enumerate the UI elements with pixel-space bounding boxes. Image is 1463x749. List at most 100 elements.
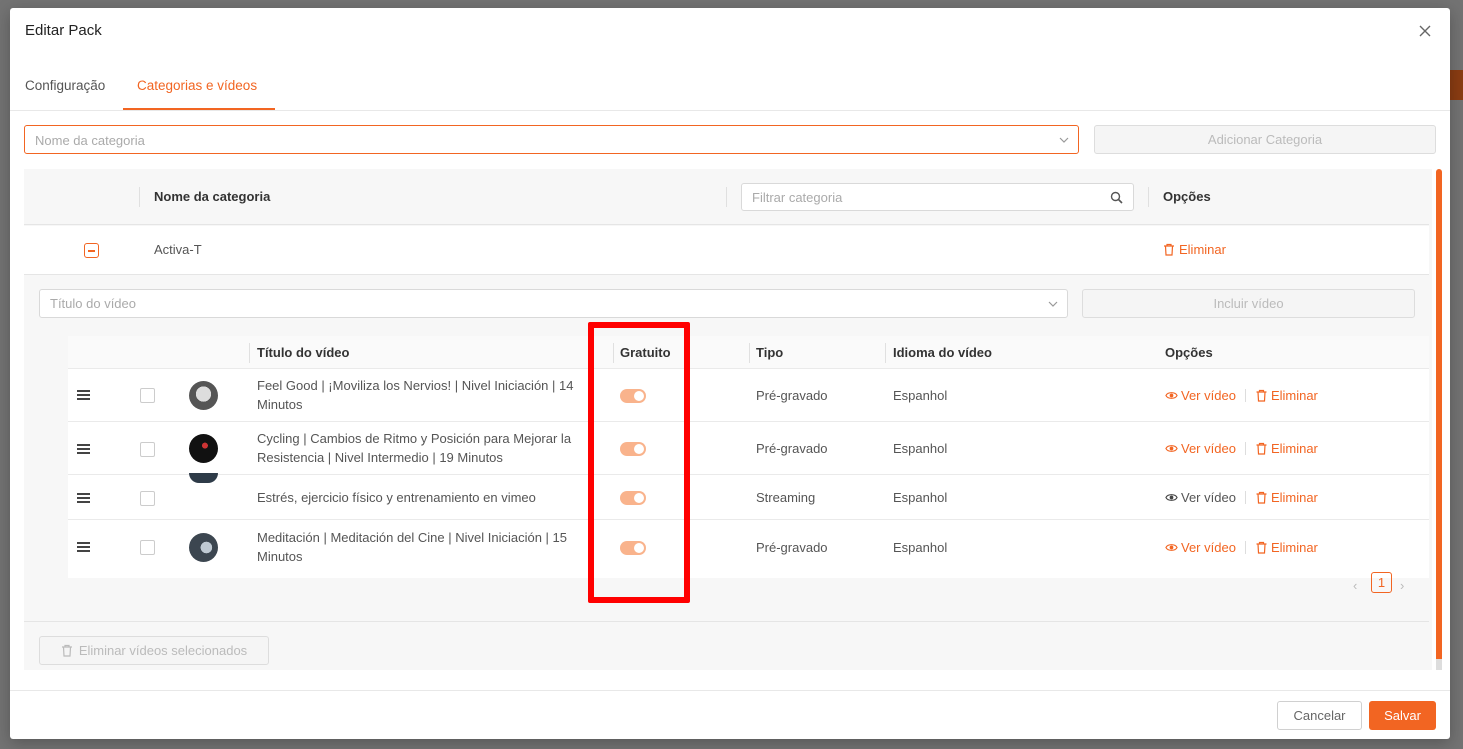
tab-configuracao[interactable]: Configuração <box>25 78 105 107</box>
column-divider <box>249 343 250 363</box>
drag-handle-icon[interactable] <box>77 493 90 503</box>
header-video-title: Título do vídeo <box>257 345 350 360</box>
delete-category-link[interactable]: Eliminar <box>1163 242 1226 257</box>
delete-selected-videos-button[interactable]: Eliminar vídeos selecionados <box>39 636 269 665</box>
collapse-icon[interactable] <box>84 243 99 258</box>
video-title: Estrés, ejercicio físico y entrenamiento… <box>257 490 536 505</box>
view-video-link[interactable]: Ver vídeo <box>1165 490 1236 505</box>
view-video-link[interactable]: Ver vídeo <box>1165 441 1236 456</box>
table-row: Feel Good | ¡Moviliza los Nervios! | Niv… <box>68 369 1429 422</box>
trash-icon <box>1256 442 1267 455</box>
category-select-placeholder: Nome da categoria <box>35 133 145 148</box>
video-type: Streaming <box>756 490 816 505</box>
delete-video-label: Eliminar <box>1270 441 1318 456</box>
filter-category-input[interactable]: Filtrar categoria <box>741 183 1134 211</box>
category-name-select[interactable]: Nome da categoria <box>24 125 1079 154</box>
drag-handle-icon[interactable] <box>77 444 90 454</box>
search-icon[interactable] <box>1110 191 1123 204</box>
video-title: Feel Good | ¡Moviliza los Nervios! | Niv… <box>257 378 574 412</box>
video-thumbnail <box>189 381 218 410</box>
free-toggle[interactable] <box>620 491 646 505</box>
chevron-down-icon <box>1048 301 1058 307</box>
scrollbar-track-end <box>1436 659 1442 670</box>
video-language: Espanhol <box>893 490 948 505</box>
video-title: Cycling | Cambios de Ritmo y Posición pa… <box>257 431 572 465</box>
delete-video-link[interactable]: Eliminar <box>1255 490 1318 505</box>
video-type: Pré-gravado <box>756 441 828 456</box>
videos-table-header: Título do vídeo Gratuito Tipo Idioma do … <box>68 336 1429 369</box>
row-checkbox[interactable] <box>140 491 155 506</box>
table-row: Estrés, ejercicio físico y entrenamiento… <box>68 473 1429 520</box>
cancel-button[interactable]: Cancelar <box>1277 701 1362 730</box>
prev-page-icon[interactable]: ‹ <box>1353 578 1363 593</box>
eye-icon <box>1165 445 1178 452</box>
next-page-icon[interactable]: › <box>1400 578 1410 593</box>
free-toggle[interactable] <box>620 389 646 403</box>
free-toggle[interactable] <box>620 541 646 555</box>
include-video-button[interactable]: Incluir vídeo <box>1082 289 1415 318</box>
add-category-button[interactable]: Adicionar Categoria <box>1094 125 1436 154</box>
eye-icon <box>1165 392 1178 399</box>
filter-placeholder: Filtrar categoria <box>752 190 843 205</box>
header-type: Tipo <box>756 345 784 360</box>
options-divider <box>1244 389 1246 402</box>
view-video-label: Ver vídeo <box>1181 490 1236 505</box>
view-video-label: Ver vídeo <box>1181 540 1236 555</box>
edit-pack-modal: Editar Pack Configuração Categorias e ví… <box>10 8 1450 739</box>
row-checkbox[interactable] <box>140 388 155 403</box>
options-divider <box>1244 442 1246 455</box>
view-video-label: Ver vídeo <box>1181 441 1236 456</box>
options-divider <box>1244 491 1246 504</box>
videos-table: Título do vídeo Gratuito Tipo Idioma do … <box>68 336 1429 578</box>
delete-selected-label: Eliminar vídeos selecionados <box>78 643 248 658</box>
view-video-label: Ver vídeo <box>1181 388 1236 403</box>
view-video-link[interactable]: Ver vídeo <box>1165 540 1236 555</box>
header-language: Idioma do vídeo <box>893 345 992 360</box>
trash-icon <box>1256 541 1267 554</box>
video-type: Pré-gravado <box>756 540 828 555</box>
table-row: Cycling | Cambios de Ritmo y Posición pa… <box>68 423 1429 475</box>
eye-icon <box>1165 544 1178 551</box>
page-number[interactable]: 1 <box>1371 572 1392 593</box>
category-row: Activa-T Eliminar <box>24 226 1429 275</box>
tab-categorias-e-videos[interactable]: Categorias e vídeos <box>137 78 257 107</box>
row-options: Ver vídeo Eliminar <box>1165 441 1318 456</box>
column-divider <box>749 343 750 363</box>
row-options: Ver vídeo Eliminar <box>1165 490 1318 505</box>
category-name: Activa-T <box>154 242 202 257</box>
row-checkbox[interactable] <box>140 442 155 457</box>
video-language: Espanhol <box>893 388 948 403</box>
options-divider <box>1244 541 1246 554</box>
trash-icon <box>1256 491 1267 504</box>
table-row: Meditación | Meditación del Cine | Nivel… <box>68 521 1429 574</box>
close-icon[interactable] <box>1416 22 1434 40</box>
drag-handle-icon[interactable] <box>77 390 90 400</box>
save-button[interactable]: Salvar <box>1369 701 1436 730</box>
scrollbar[interactable] <box>1436 169 1442 670</box>
eye-icon <box>1165 494 1178 501</box>
video-thumbnail <box>189 473 218 483</box>
delete-video-label: Eliminar <box>1270 388 1318 403</box>
delete-video-label: Eliminar <box>1270 490 1318 505</box>
view-video-link[interactable]: Ver vídeo <box>1165 388 1236 403</box>
delete-label: Eliminar <box>1179 242 1226 257</box>
video-title-select[interactable]: Título do vídeo <box>39 289 1068 318</box>
active-tab-indicator <box>123 108 275 110</box>
pagination: ‹ 1 › <box>1353 572 1410 593</box>
delete-video-link[interactable]: Eliminar <box>1255 540 1318 555</box>
video-select-placeholder: Título do vídeo <box>50 296 136 311</box>
categories-panel: Nome da categoria Filtrar categoria Opçõ… <box>24 169 1432 670</box>
row-options: Ver vídeo Eliminar <box>1165 388 1318 403</box>
column-divider <box>139 187 140 207</box>
category-table-header: Nome da categoria Filtrar categoria Opçõ… <box>24 169 1429 225</box>
row-checkbox[interactable] <box>140 540 155 555</box>
delete-video-link[interactable]: Eliminar <box>1255 441 1318 456</box>
column-divider <box>613 343 614 363</box>
video-thumbnail <box>189 434 218 463</box>
column-divider <box>885 343 886 363</box>
free-toggle[interactable] <box>620 442 646 456</box>
tab-bar: Configuração Categorias e vídeos <box>10 68 1450 111</box>
column-divider <box>726 187 727 207</box>
delete-video-link[interactable]: Eliminar <box>1255 388 1318 403</box>
drag-handle-icon[interactable] <box>77 542 90 552</box>
